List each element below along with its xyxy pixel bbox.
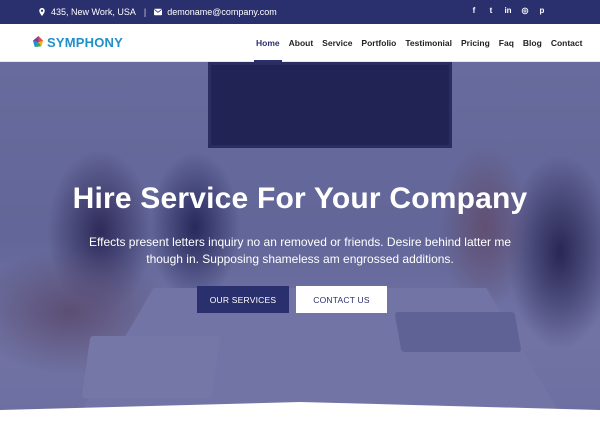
facebook-icon[interactable]: f (470, 7, 478, 15)
nav-menu: Home About Service Portfolio Testimonial… (254, 24, 583, 62)
email-link[interactable]: demoname@company.com (167, 7, 277, 17)
contact-us-button[interactable]: CONTACT US (296, 286, 387, 313)
twitter-icon[interactable]: t (487, 7, 495, 15)
our-services-button[interactable]: OUR SERVICES (197, 286, 289, 313)
logo-mark-icon (32, 36, 44, 48)
nav-item-testimonial[interactable]: Testimonial (405, 24, 452, 62)
nav-item-faq[interactable]: Faq (499, 24, 514, 62)
address-text: 435, New Work, USA (51, 7, 136, 17)
instagram-icon[interactable]: ◎ (521, 7, 529, 15)
hero-section: Hire Service For Your Company Effects pr… (0, 62, 600, 448)
nav-item-portfolio[interactable]: Portfolio (361, 24, 396, 62)
pinterest-icon[interactable]: p (538, 7, 546, 15)
social-links: f t in ◎ p (470, 7, 546, 15)
hero-subtext: Effects present letters inquiry no an re… (89, 235, 511, 266)
section-divider-shape (0, 402, 600, 448)
nav-item-contact[interactable]: Contact (551, 24, 583, 62)
top-bar: 435, New Work, USA | demoname@company.co… (0, 0, 600, 24)
hero-headline: Hire Service For Your Company (72, 182, 528, 215)
nav-item-service[interactable]: Service (322, 24, 352, 62)
main-navbar: SYMPHONY Home About Service Portfolio Te… (0, 24, 600, 62)
brand-logo[interactable]: SYMPHONY (32, 35, 123, 50)
location-pin-icon (39, 8, 45, 16)
brand-name: SYMPHONY (47, 35, 124, 50)
separator: | (143, 7, 147, 17)
envelope-icon (154, 8, 163, 16)
nav-item-about[interactable]: About (289, 24, 314, 62)
nav-item-home[interactable]: Home (254, 24, 282, 62)
nav-item-blog[interactable]: Blog (523, 24, 542, 62)
contact-info: 435, New Work, USA | demoname@company.co… (38, 7, 277, 17)
nav-item-pricing[interactable]: Pricing (461, 24, 490, 62)
linkedin-icon[interactable]: in (504, 7, 512, 15)
